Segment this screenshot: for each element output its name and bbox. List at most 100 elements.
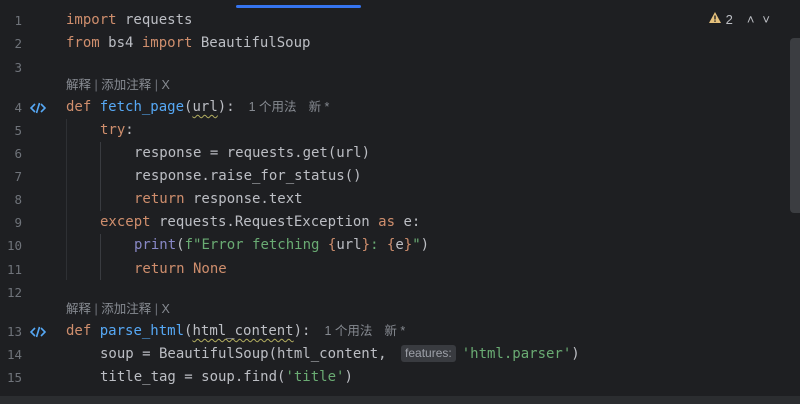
usage-hint[interactable]: 1 个用法 (324, 324, 372, 338)
line-number: 3 (14, 60, 22, 75)
add-comment-link[interactable]: 添加注释 (101, 302, 151, 316)
keyword: from (66, 35, 100, 51)
close-lens-link[interactable]: X (161, 302, 169, 316)
line-number: 4 (14, 100, 22, 115)
code-text: ) (344, 369, 353, 385)
line-number: 15 (6, 370, 22, 385)
code-text: BeautifulSoup (192, 35, 311, 51)
indent-guide (100, 234, 101, 280)
line-number: 13 (6, 324, 22, 339)
code-line[interactable]: response.raise_for_status() (134, 165, 362, 188)
code-text: response.raise_for_status() (134, 168, 362, 184)
code-text: bs4 (99, 35, 142, 51)
code-vision-link-icon[interactable] (29, 324, 47, 338)
new-hint[interactable]: 新 * (384, 324, 405, 338)
active-tab-indicator (236, 5, 361, 8)
code-text: ) (571, 346, 580, 362)
builtin-function: print (134, 237, 177, 253)
next-highlight-icon[interactable]: ˅ (762, 12, 770, 27)
code-line[interactable]: title_tag = soup.find('title') (100, 366, 353, 389)
code-editor[interactable]: 2 ˄ ˅ 1 2 3 4 5 6 7 8 9 10 11 12 13 14 1… (0, 0, 800, 404)
warning-count[interactable]: 2 (726, 12, 733, 27)
separator: | (151, 78, 162, 92)
string: 'html.parser' (461, 346, 572, 362)
code-line[interactable]: from bs4 import BeautifulSoup (66, 32, 310, 55)
explain-link[interactable]: 解释 (66, 78, 91, 92)
paren: ( (176, 237, 185, 253)
keyword: import (141, 35, 193, 51)
code-line[interactable]: return None (134, 258, 227, 281)
ai-actions-lens: 解释 | 添加注释 | X (66, 74, 170, 97)
function-name: fetch_page (99, 99, 185, 115)
code-line[interactable]: try: (100, 119, 134, 142)
function-name: parse_html (99, 323, 185, 339)
code-vision-link-icon[interactable] (29, 100, 47, 114)
indent-guide (66, 119, 67, 280)
horizontal-scrollbar-track[interactable] (0, 396, 800, 404)
separator: | (91, 302, 102, 316)
indent-guide (100, 142, 101, 211)
line-number: 5 (14, 123, 22, 138)
keyword: None (184, 261, 227, 277)
vertical-scrollbar[interactable] (790, 38, 800, 213)
line-number: 6 (14, 146, 22, 161)
code-text: title_tag = soup.find( (100, 369, 286, 385)
line-number: 8 (14, 192, 22, 207)
parameter: html_content (192, 323, 294, 339)
keyword: try (100, 122, 126, 138)
parameter-name-hint: features: (401, 345, 456, 362)
paren: ): (293, 323, 311, 339)
paren: ) (420, 237, 430, 253)
code-line[interactable]: import requests (66, 9, 192, 32)
code-text: response = requests.get(url) (134, 145, 371, 161)
code-text: requests (116, 12, 193, 28)
usage-hint[interactable]: 1 个用法 (249, 100, 297, 114)
keyword: import (66, 12, 117, 28)
fstring-brace: } (403, 237, 413, 253)
code-line[interactable]: print(f"Error fetching {url}: {e}") (134, 234, 429, 257)
add-comment-link[interactable]: 添加注释 (101, 78, 151, 92)
line-number: 12 (6, 285, 22, 300)
explain-link[interactable]: 解释 (66, 302, 91, 316)
string: f"Error fetching (184, 237, 328, 253)
keyword: def (66, 323, 92, 339)
line-number: 2 (14, 36, 22, 51)
keyword: except (100, 214, 151, 230)
ai-actions-lens: 解释 | 添加注释 | X (66, 298, 170, 321)
keyword: return (134, 191, 185, 207)
code-line[interactable]: soup = BeautifulSoup(html_content, featu… (100, 343, 580, 366)
keyword: def (66, 99, 92, 115)
close-lens-link[interactable]: X (161, 78, 169, 92)
code-line[interactable]: except requests.RequestException as e: (100, 211, 420, 234)
parameter: url (192, 99, 218, 115)
code-line[interactable]: def parse_html(html_content): 1 个用法新 * (66, 320, 405, 343)
code-line[interactable]: response = requests.get(url) (134, 142, 370, 165)
variable: url (336, 237, 362, 253)
line-gutter[interactable]: 1 2 3 4 5 6 7 8 9 10 11 12 13 14 15 (0, 0, 58, 404)
code-text: e: (395, 214, 421, 230)
line-number: 10 (6, 238, 22, 253)
string: 'title' (285, 369, 345, 385)
string: : (370, 237, 387, 253)
code-text: requests.RequestException (150, 214, 379, 230)
fstring-brace: } (361, 237, 371, 253)
line-number: 14 (6, 347, 22, 362)
separator: | (91, 78, 102, 92)
code-text: soup = BeautifulSoup(html_content, (100, 346, 396, 362)
inspection-widget[interactable]: 2 ˄ ˅ (708, 8, 770, 30)
keyword: as (378, 214, 396, 230)
previous-highlight-icon[interactable]: ˄ (747, 12, 755, 27)
code-line[interactable]: return response.text (134, 188, 303, 211)
code-line[interactable]: def fetch_page(url): 1 个用法新 * (66, 96, 329, 119)
keyword: return (134, 261, 185, 277)
variable: e (395, 237, 404, 253)
line-number: 11 (6, 262, 22, 277)
line-number: 7 (14, 169, 22, 184)
line-number: 9 (14, 215, 22, 230)
warning-icon[interactable] (708, 11, 722, 27)
new-hint[interactable]: 新 * (309, 100, 330, 114)
string: " (412, 237, 421, 253)
separator: | (151, 302, 162, 316)
